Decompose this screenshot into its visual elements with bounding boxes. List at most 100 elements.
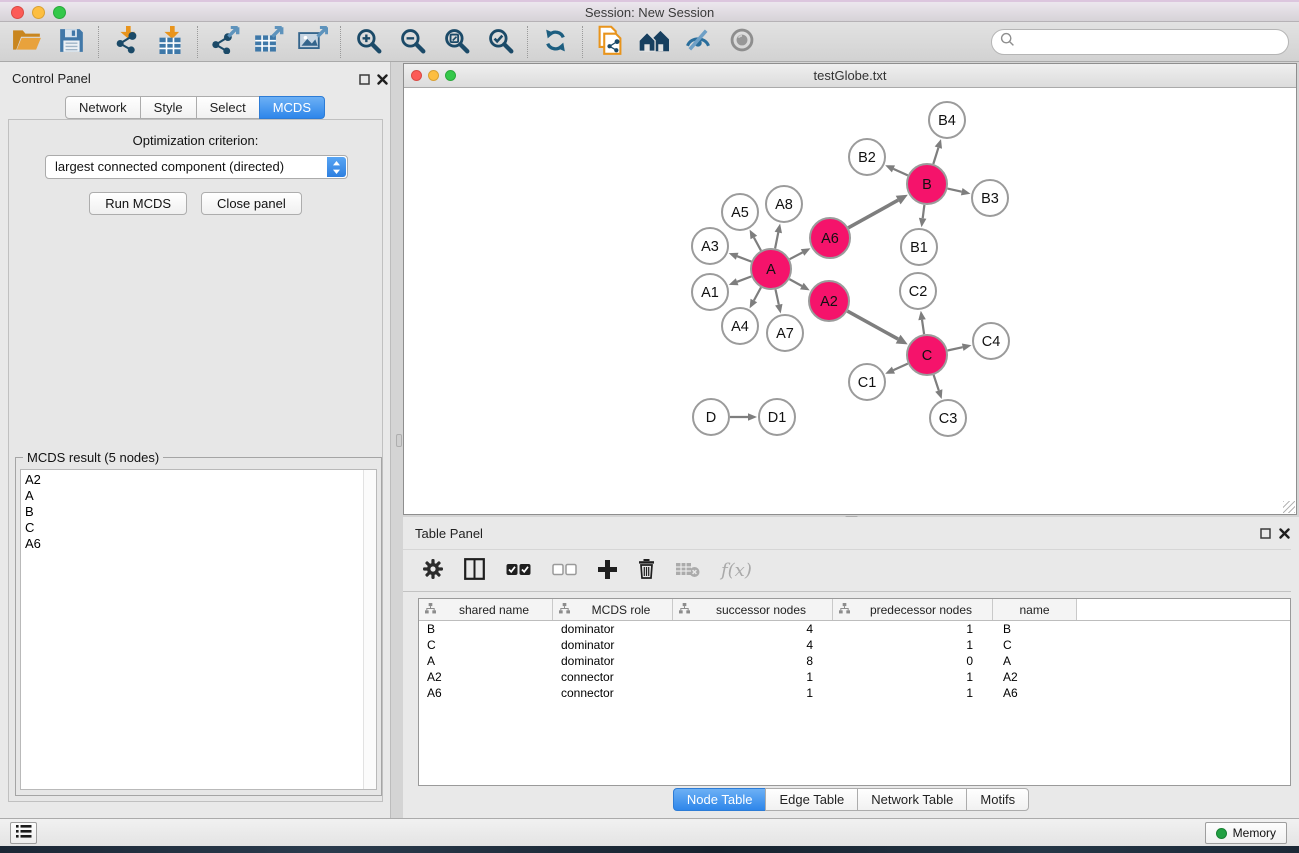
table-row[interactable]: Bdominator41B [419,621,1290,637]
list-scrollbar[interactable] [363,470,376,789]
graph-edge-A-A8[interactable] [775,224,782,249]
tab-motifs[interactable]: Motifs [966,788,1029,811]
graph-edge-A-A2[interactable] [789,279,809,290]
graph-edge-A6-B[interactable] [848,195,908,228]
graph-edge-A-A1[interactable] [729,276,752,285]
graph-edge-A-A5[interactable] [750,230,761,251]
zoom-selected-button[interactable] [481,25,519,59]
search-input[interactable] [1020,32,1288,52]
float-panel-icon[interactable] [357,72,371,86]
tab-mcds[interactable]: MCDS [259,96,325,119]
open-button[interactable] [8,25,46,59]
graph-node-A8[interactable]: A8 [766,186,802,222]
mcds-result-item[interactable]: A6 [21,536,362,552]
graph-edge-C-C4[interactable] [948,344,972,351]
column-header-name[interactable]: name [993,599,1077,620]
graph-node-C4[interactable]: C4 [973,323,1009,359]
graph-edge-C-C1[interactable] [885,364,908,374]
mcds-result-item[interactable]: A2 [21,472,362,488]
graph-node-A7[interactable]: A7 [767,315,803,351]
float-table-panel-icon[interactable] [1258,526,1272,540]
graph-node-A5[interactable]: A5 [722,194,758,230]
mcds-result-item[interactable]: A [21,488,362,504]
column-header-successor-nodes[interactable]: successor nodes [673,599,833,620]
graph-node-D1[interactable]: D1 [759,399,795,435]
resize-grip-icon[interactable] [1283,501,1295,513]
column-header-predecessor-nodes[interactable]: predecessor nodes [833,599,993,620]
splitter-grip-vertical[interactable] [396,434,402,447]
graph-node-C[interactable]: C [907,335,947,375]
table-row[interactable]: A2connector11A2 [419,669,1290,685]
duplicate-network-button[interactable] [591,25,629,59]
gear-button[interactable] [423,556,443,586]
graph-edge-A-A4[interactable] [750,287,761,308]
graph-edge-B-B3[interactable] [948,188,971,195]
graph-node-A1[interactable]: A1 [692,274,728,310]
close-panel-button[interactable]: Close panel [201,192,302,215]
zoom-in-button[interactable] [349,25,387,59]
run-mcds-button[interactable]: Run MCDS [89,192,187,215]
mcds-result-list[interactable]: A2ABCA6 [20,469,377,790]
graph-edge-B-B2[interactable] [885,165,908,175]
memory-button[interactable]: Memory [1205,822,1287,844]
close-panel-icon[interactable] [375,72,389,86]
deselect-all-button[interactable] [552,556,577,586]
graph-node-A6[interactable]: A6 [810,218,850,258]
graph-edge-A-A3[interactable] [729,253,752,262]
zoom-out-button[interactable] [393,25,431,59]
graph-edge-A-A6[interactable] [790,248,811,259]
column-header-shared-name[interactable]: shared name [419,599,553,620]
graph-edge-C-C2[interactable] [918,311,926,334]
tab-network-table[interactable]: Network Table [857,788,967,811]
import-table-button[interactable] [151,25,189,59]
first-neighbors-button[interactable] [635,25,673,59]
graph-node-C2[interactable]: C2 [900,273,936,309]
tab-select[interactable]: Select [196,96,260,119]
graph-node-B4[interactable]: B4 [929,102,965,138]
network-window-titlebar[interactable]: testGlobe.txt [404,64,1296,88]
export-table-button[interactable] [250,25,288,59]
close-table-panel-icon[interactable] [1277,526,1291,540]
graph-edge-D-D1[interactable] [730,413,757,421]
tab-edge-table[interactable]: Edge Table [765,788,858,811]
add-button[interactable] [598,556,617,586]
show-details-button[interactable] [723,25,761,59]
mcds-result-item[interactable]: B [21,504,362,520]
graph-edge-B-B1[interactable] [919,205,927,227]
export-image-button[interactable] [294,25,332,59]
graph-node-B2[interactable]: B2 [849,139,885,175]
graph-node-C1[interactable]: C1 [849,364,885,400]
graph-edge-C-C3[interactable] [934,375,943,399]
split-columns-button[interactable] [464,556,485,586]
graph-node-C3[interactable]: C3 [930,400,966,436]
graph-node-B1[interactable]: B1 [901,229,937,265]
table-row[interactable]: Adominator80A [419,653,1290,669]
column-header-MCDS-role[interactable]: MCDS role [553,599,673,620]
table-row[interactable]: A6connector11A6 [419,685,1290,701]
graph-node-A2[interactable]: A2 [809,281,849,321]
tab-style[interactable]: Style [140,96,197,119]
graph-node-D[interactable]: D [693,399,729,435]
mcds-result-item[interactable]: C [21,520,362,536]
graph-node-A3[interactable]: A3 [692,228,728,264]
tab-node-table[interactable]: Node Table [673,788,767,811]
task-history-button[interactable] [10,822,37,844]
criterion-select[interactable]: largest connected component (directed) [45,155,348,179]
graph-edge-B-B4[interactable] [933,139,942,164]
import-network-button[interactable] [107,25,145,59]
graph-node-B[interactable]: B [907,164,947,204]
hide-details-button[interactable] [679,25,717,59]
graph-node-A4[interactable]: A4 [722,308,758,344]
graph-edge-A2-C[interactable] [847,311,907,344]
table-row[interactable]: Cdominator41C [419,637,1290,653]
export-network-button[interactable] [206,25,244,59]
search-box[interactable] [991,29,1289,55]
zoom-fit-button[interactable] [437,25,475,59]
tab-network[interactable]: Network [65,96,141,119]
select-all-button[interactable] [506,556,531,586]
trash-button[interactable] [638,556,655,586]
graph-edge-A-A7[interactable] [775,290,782,314]
network-canvas[interactable]: B4B2BB3A8A5A6A3B1AA1C2A2A4A7C4CC1DD1C3 [404,88,1296,514]
save-button[interactable] [52,25,90,59]
graph-node-B3[interactable]: B3 [972,180,1008,216]
